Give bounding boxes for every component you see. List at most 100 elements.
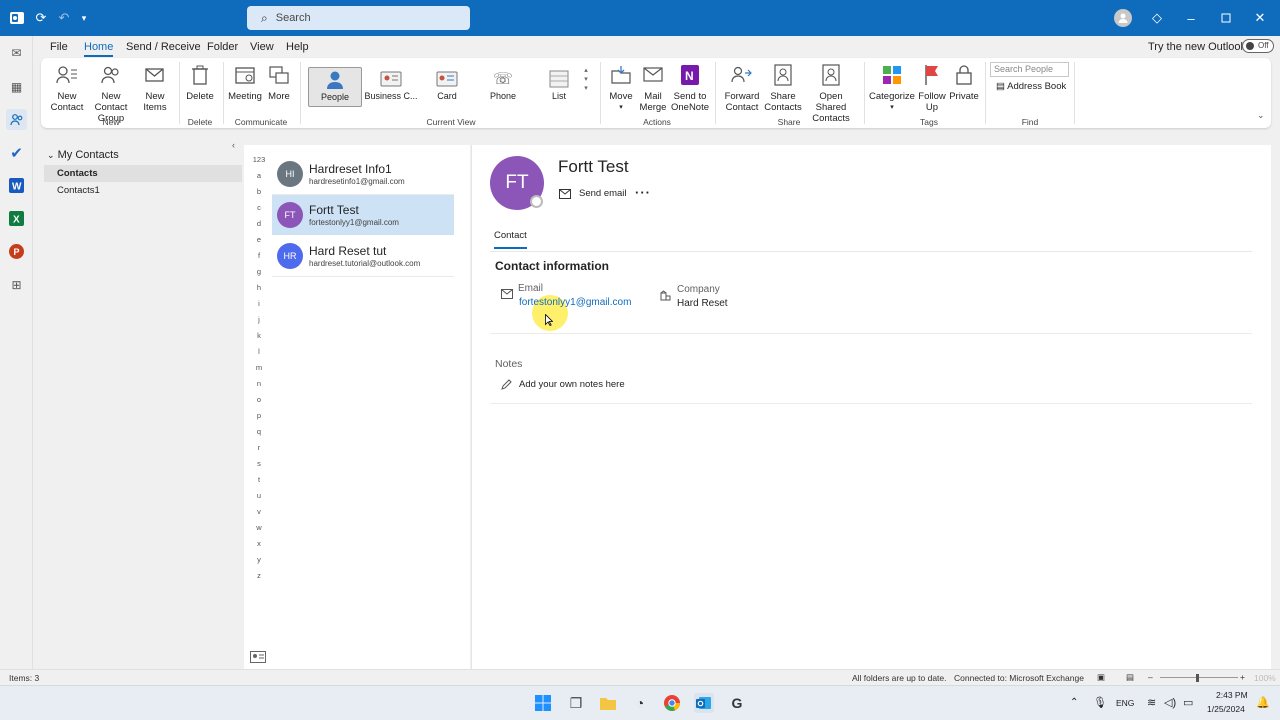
meeting-button[interactable]: Meeting [227,62,263,102]
people-icon[interactable] [6,109,27,130]
alphabet-index-letter[interactable]: 123 [252,155,266,171]
zoom-in-icon[interactable]: + [1240,672,1245,682]
follow-up-button[interactable]: Follow Up [917,62,947,113]
view-card[interactable]: Card [420,67,474,107]
sync-icon[interactable]: ⟳ [32,0,50,36]
powerpoint-icon[interactable]: P [6,241,27,262]
undo-icon[interactable]: ↶ [55,0,73,36]
alphabet-index-letter[interactable]: u [252,491,266,507]
logitech-icon[interactable]: G [727,693,747,713]
open-shared-contacts-button[interactable]: Open Shared Contacts [804,62,858,124]
alphabet-index-letter[interactable]: b [252,187,266,203]
calendar-icon[interactable]: ▦ [6,76,27,97]
alphabet-index-letter[interactable]: q [252,427,266,443]
alphabet-index-letter[interactable]: t [252,475,266,491]
new-contact-group-button[interactable]: New Contact Group [86,62,136,124]
zoom-level[interactable]: 100% [1254,673,1276,683]
search-box[interactable]: ⌕ Search [247,6,470,30]
alphabet-index-letter[interactable]: x [252,539,266,555]
clock-time[interactable]: 2:43 PM [1216,690,1248,700]
alphabet-index-letter[interactable]: v [252,507,266,523]
reading-view-icon[interactable]: ▤ [1126,672,1134,683]
add-notes-button[interactable]: Add your own notes here [501,379,625,390]
alphabet-index-letter[interactable]: h [252,283,266,299]
clock-date[interactable]: 1/25/2024 [1207,704,1245,714]
outlook-taskbar-icon[interactable] [694,693,714,713]
zoom-out-icon[interactable]: – [1148,672,1153,682]
alphabet-index-letter[interactable]: f [252,251,266,267]
folder-item-contacts[interactable]: Contacts [44,165,242,182]
contact-row-selected[interactable]: FT Fortt Test fortestonlyy1@gmail.com [272,195,454,235]
alphabet-index-letter[interactable]: i [252,299,266,315]
ribbon-collapse-icon[interactable]: ⌄ [1257,110,1265,121]
view-business-card[interactable]: Business C... [364,67,418,107]
file-explorer-icon[interactable] [598,693,618,713]
alphabet-index-letter[interactable]: d [252,219,266,235]
maximize-icon[interactable] [1217,0,1235,36]
alphabet-index-letter[interactable]: m [252,363,266,379]
alphabet-index-letter[interactable]: z [252,571,266,587]
alphabet-index-letter[interactable]: a [252,171,266,187]
address-book-button[interactable]: ▤ Address Book [996,81,1066,92]
forward-contact-button[interactable]: Forward Contact [721,62,763,113]
menu-file[interactable]: File [50,41,68,53]
view-people[interactable]: People [308,67,362,107]
alphabet-index-letter[interactable]: c [252,203,266,219]
contact-card-toggle-icon[interactable] [250,651,266,666]
menu-home[interactable]: Home [84,41,114,57]
notification-bell-icon[interactable]: 🔔 [1256,696,1270,709]
new-contact-button[interactable]: New Contact [49,62,85,113]
premium-diamond-icon[interactable]: ◇ [1148,0,1166,36]
word-icon[interactable]: W [6,175,27,196]
menu-help[interactable]: Help [286,41,309,53]
alphabet-index-letter[interactable]: r [252,443,266,459]
wifi-icon[interactable]: ≋ [1147,696,1156,709]
alphabet-index-letter[interactable]: y [252,555,266,571]
share-contacts-button[interactable]: Share Contacts [764,62,802,113]
new-items-button[interactable]: New Items [137,62,173,113]
microphone-icon[interactable]: 🎙 [1093,696,1107,709]
view-phone[interactable]: ☏ Phone [476,67,530,107]
my-contacts-header[interactable]: ⌄ My Contacts [47,149,119,161]
alphabet-index-letter[interactable]: l [252,347,266,363]
contact-row[interactable]: HI Hardreset Info1 hardresetinfo1@gmail.… [272,154,454,194]
windows-start-icon[interactable] [533,693,553,713]
minimize-icon[interactable]: – [1182,0,1200,36]
language-indicator[interactable]: ENG [1116,698,1134,708]
mail-merge-button[interactable]: Mail Merge [638,62,668,113]
todo-icon[interactable]: ✔ [6,142,27,163]
account-avatar[interactable] [1114,9,1132,27]
excel-icon[interactable]: X [6,208,27,229]
search-people-input[interactable]: Search People [990,62,1069,77]
delete-button[interactable]: Delete [184,62,216,102]
menu-folder[interactable]: Folder [207,41,238,53]
alphabet-index-letter[interactable]: p [252,411,266,427]
volume-icon[interactable]: ◁) [1164,696,1176,709]
alphabet-index-letter[interactable]: j [252,315,266,331]
alphabet-index-letter[interactable]: n [252,379,266,395]
alphabet-index-letter[interactable]: g [252,267,266,283]
folder-item-contacts1[interactable]: Contacts1 [44,182,242,199]
menu-send-receive[interactable]: Send / Receive [126,41,201,53]
normal-view-icon[interactable]: ▣ [1097,672,1105,683]
task-view-icon[interactable]: ❐ [566,693,586,713]
contact-row[interactable]: HR Hard Reset tut hardreset.tutorial@out… [272,236,454,276]
close-icon[interactable]: ✕ [1251,0,1269,36]
customize-toolbar-icon[interactable]: ▾ [78,0,90,36]
collapse-folder-pane-icon[interactable]: ‹ [232,140,235,150]
send-to-onenote-button[interactable]: N Send to OneNote [670,62,710,113]
gallery-scroll-buttons[interactable]: ▴ ▾ ▾ [581,66,591,93]
mail-icon[interactable]: ✉ [6,42,27,63]
chrome-icon[interactable] [662,693,682,713]
tray-overflow-icon[interactable]: ⌃ [1070,697,1078,708]
categorize-button[interactable]: Categorize ▾ [869,62,915,113]
alphabet-index-letter[interactable]: o [252,395,266,411]
alphabet-index-letter[interactable]: s [252,459,266,475]
battery-icon[interactable]: ▭ [1183,696,1193,709]
move-button[interactable]: Move ▾ [606,62,636,113]
zoom-slider-thumb[interactable] [1196,674,1199,682]
tab-contact[interactable]: Contact [494,230,527,249]
zoom-slider[interactable] [1160,677,1238,678]
private-button[interactable]: Private [948,62,980,102]
more-communicate-button[interactable]: More [264,62,294,102]
